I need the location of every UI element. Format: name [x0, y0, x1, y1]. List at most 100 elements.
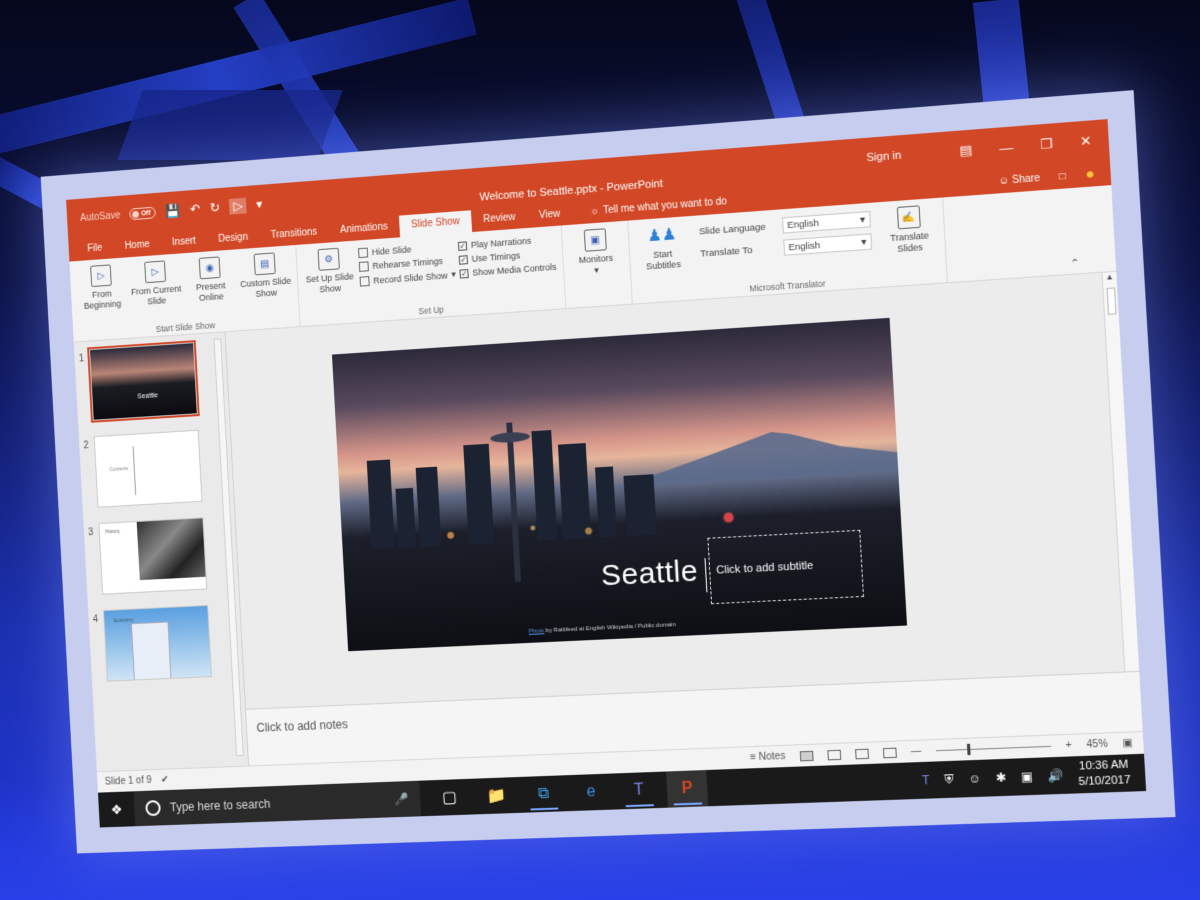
save-icon[interactable]: 💾 — [165, 203, 181, 220]
windows-start-icon[interactable]: ❖ — [98, 791, 135, 827]
thumbnail-item[interactable]: 1 Seattle — [74, 340, 230, 437]
comments-icon[interactable]: □ — [1059, 171, 1066, 183]
ceiling-beam — [972, 0, 1034, 143]
redo-icon[interactable]: ↻ — [209, 200, 220, 216]
slide-title[interactable]: Seattle — [600, 554, 699, 593]
autosave-state: Off — [140, 209, 151, 217]
taskbar-clock[interactable]: 10:36 AM 5/10/2017 — [1077, 757, 1131, 790]
globe-icon: ◉ — [198, 256, 221, 280]
microphone-icon[interactable]: 🎤 — [394, 792, 409, 806]
chevron-down-icon: ▾ — [861, 236, 867, 248]
task-view-icon[interactable]: ▢ — [429, 779, 470, 816]
show-media-label: Show Media Controls — [472, 261, 557, 278]
thumbnail-photo — [136, 518, 208, 581]
thumbnail-number: 2 — [83, 440, 89, 452]
slide-language-label: Slide Language — [698, 221, 767, 238]
slide-editing-area: Seattle Click to add subtitle Photo by R… — [225, 271, 1143, 766]
slide-thumbnail[interactable]: Contents — [93, 429, 203, 508]
normal-view-icon[interactable] — [799, 750, 814, 761]
file-explorer-icon[interactable]: 📁 — [476, 777, 517, 814]
start-subtitles-button[interactable]: ♟♟ Start Subtitles — [634, 222, 692, 289]
edge-browser-icon[interactable]: e — [570, 774, 612, 811]
powerpoint-icon[interactable]: P — [666, 770, 709, 808]
ribbon-display-options-icon[interactable]: ▤ — [959, 142, 973, 159]
volume-icon[interactable]: 🔊 — [1047, 768, 1064, 783]
thumbnail-number: 3 — [87, 527, 94, 539]
translate-to-dropdown[interactable]: English ▾ — [782, 233, 872, 256]
present-online-button[interactable]: ◉ Present Online — [184, 255, 238, 320]
tell-me-text: Tell me what you want to do — [602, 196, 728, 217]
teams-tray-icon[interactable]: T — [922, 773, 930, 788]
translate-slides-button[interactable]: ✍ Translate Slides — [880, 204, 940, 272]
bluetooth-icon[interactable]: ✱ — [995, 770, 1006, 785]
thumbnail-item[interactable]: 2 Contents — [79, 428, 235, 524]
reading-view-icon[interactable] — [854, 748, 869, 759]
credit-text: by Rattifeed at English Wikipedia / Publ… — [545, 622, 676, 635]
checkmark-icon: ✓ — [458, 254, 469, 265]
zoom-slider[interactable] — [935, 743, 1051, 756]
slide-thumbnail[interactable]: Economy — [103, 604, 212, 682]
scroll-up-icon[interactable]: ▲ — [1102, 272, 1116, 282]
thumbnail-item[interactable]: 4 Economy — [88, 603, 244, 697]
feedback-smiley-icon[interactable]: ☻ — [1084, 169, 1096, 181]
ceiling-beam — [735, 0, 813, 151]
zoom-level[interactable]: 45% — [1086, 739, 1108, 751]
monitor-icon[interactable]: ▣ — [1021, 769, 1034, 784]
slide-language-dropdown[interactable]: English ▾ — [781, 211, 871, 234]
teams-icon[interactable]: T — [618, 772, 660, 810]
thumbnail-title: Economy — [113, 617, 134, 625]
play-icon: ▷ — [90, 264, 112, 288]
from-current-label: From Current Slide — [130, 283, 182, 307]
visual-studio-code-icon[interactable]: ⧉ — [523, 775, 564, 812]
projected-screen: AutoSave Off 💾 ↶ ↻ ▷ ▾ Welcome to Seattl… — [66, 119, 1147, 828]
from-current-slide-button[interactable]: ▷ From Current Slide — [129, 259, 183, 324]
monitor-icon: ▣ — [583, 228, 607, 252]
notes-button[interactable]: ≡ Notes — [750, 751, 786, 763]
custom-slide-show-button[interactable]: ▤ Custom Slide Show — [238, 251, 293, 316]
setup-show-label: Set Up Slide Show — [305, 271, 355, 295]
photo-credit: Photo by Rattifeed at English Wikipedia … — [529, 622, 676, 635]
slide-show-view-icon[interactable] — [882, 747, 897, 758]
cortana-icon — [145, 800, 161, 817]
security-shield-icon[interactable]: ⛨ — [944, 772, 954, 788]
collapse-ribbon-icon[interactable]: ⌃ — [1070, 258, 1080, 270]
subtitle-placeholder[interactable]: Click to add subtitle — [707, 529, 865, 605]
slide-sorter-icon[interactable] — [827, 749, 841, 760]
undo-icon[interactable]: ↶ — [190, 201, 201, 217]
zoom-knob[interactable] — [966, 743, 971, 756]
scroll-thumb[interactable] — [1106, 287, 1117, 315]
thumbnail-item[interactable]: 3 History — [84, 516, 240, 611]
record-label: Record Slide Show — [373, 270, 448, 286]
thumbnail-number: 1 — [78, 353, 85, 365]
dropdown-arrow-icon: ▾ — [594, 264, 600, 276]
set-up-slide-show-button[interactable]: ⚙ Set Up Slide Show — [302, 247, 357, 312]
customize-qat-icon[interactable]: ▾ — [256, 196, 263, 212]
current-slide[interactable]: Seattle Click to add subtitle Photo by R… — [331, 317, 908, 652]
minimize-icon[interactable]: — — [999, 139, 1014, 155]
custom-show-icon: ▤ — [253, 252, 276, 276]
share-label: Share — [1011, 172, 1041, 187]
slide-thumbnail[interactable]: History — [98, 517, 208, 595]
fit-to-window-icon[interactable]: ▣ — [1122, 738, 1133, 750]
network-people-icon[interactable]: ☺ — [968, 771, 982, 786]
slide-language-value: English — [786, 217, 820, 231]
share-button[interactable]: ☺ Share — [998, 173, 1040, 187]
space-needle-top-shape — [490, 431, 530, 444]
zoom-out-icon[interactable]: — — [910, 746, 921, 758]
zoom-in-icon[interactable]: + — [1065, 740, 1072, 752]
checkmark-icon: ✓ — [457, 240, 468, 251]
spell-check-icon[interactable]: ✔ — [161, 774, 169, 785]
system-tray: T ⛨ ☺ ✱ ▣ 🔊 10:36 AM 5/10/2017 — [921, 757, 1146, 796]
sign-in-link[interactable]: Sign in — [866, 149, 901, 164]
thumbnail-title: History — [105, 528, 121, 536]
from-beginning-button[interactable]: ▷ From Beginning — [75, 263, 129, 327]
slide-thumbnail[interactable]: Seattle — [87, 340, 200, 423]
autosave-toggle[interactable]: Off — [129, 206, 157, 221]
close-icon[interactable]: ✕ — [1080, 133, 1092, 150]
start-from-beginning-icon[interactable]: ▷ — [229, 197, 247, 215]
credit-link[interactable]: Photo — [529, 628, 545, 635]
record-slide-show-button[interactable]: Record Slide Show ▾ — [359, 269, 457, 287]
restore-icon[interactable]: ❐ — [1040, 136, 1053, 153]
show-media-controls-checkbox[interactable]: ✓ Show Media Controls — [459, 261, 557, 279]
monitors-button[interactable]: ▣ Monitors ▾ — [568, 227, 626, 306]
